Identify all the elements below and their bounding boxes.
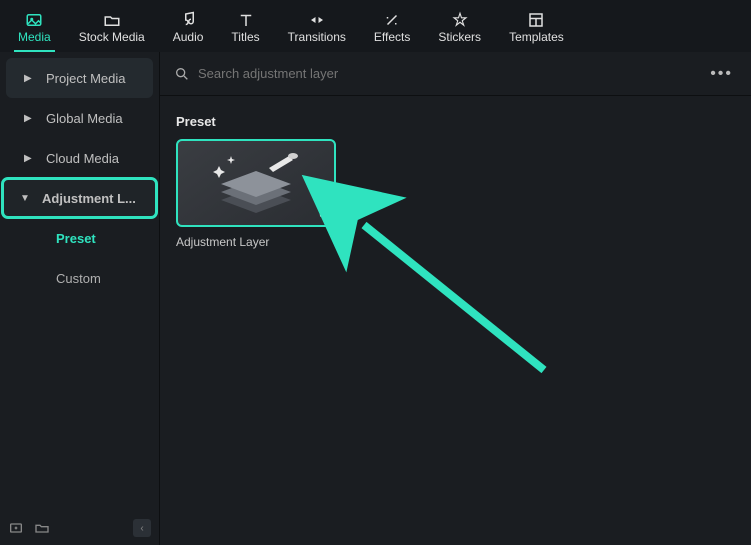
- sidebar-footer: ‹: [8, 519, 151, 537]
- adjustment-layer-icon: [201, 148, 311, 218]
- magic-wand-icon: [383, 10, 401, 30]
- tab-stock-media[interactable]: Stock Media: [65, 0, 159, 52]
- text-icon: [237, 10, 255, 30]
- sidebar: ▶ Project Media ▶ Global Media ▶ Cloud M…: [0, 52, 160, 545]
- chevron-right-icon: ▶: [24, 73, 38, 84]
- section-title: Preset: [168, 96, 751, 139]
- search-icon: [174, 66, 190, 82]
- sidebar-item-label: Cloud Media: [46, 151, 119, 166]
- templates-icon: [527, 10, 545, 30]
- tab-label: Transitions: [288, 30, 346, 44]
- tab-templates[interactable]: Templates: [495, 0, 578, 52]
- sidebar-subitem-label: Preset: [56, 231, 96, 246]
- content-panel: ••• Preset ✓ Adjustment Layer: [160, 52, 751, 545]
- chevron-right-icon: ▶: [24, 153, 38, 164]
- chevron-left-icon: ‹: [140, 523, 143, 534]
- chevron-right-icon: ▶: [24, 113, 38, 124]
- tab-stickers[interactable]: Stickers: [424, 0, 495, 52]
- tab-audio[interactable]: Audio: [159, 0, 218, 52]
- preset-label: Adjustment Layer: [176, 235, 336, 249]
- tab-label: Audio: [173, 30, 204, 44]
- tab-label: Stock Media: [79, 30, 145, 44]
- sidebar-item-cloud-media[interactable]: ▶ Cloud Media: [6, 138, 153, 178]
- search-bar: •••: [160, 52, 751, 96]
- tab-transitions[interactable]: Transitions: [274, 0, 360, 52]
- sidebar-subitem-label: Custom: [56, 271, 101, 286]
- more-options-button[interactable]: •••: [706, 61, 737, 87]
- add-folder-icon[interactable]: [8, 520, 24, 536]
- sidebar-item-label: Project Media: [46, 71, 125, 86]
- preset-thumbnail[interactable]: ✓: [176, 139, 336, 227]
- transitions-icon: [308, 10, 326, 30]
- search-input[interactable]: [198, 66, 706, 81]
- music-note-icon: [179, 10, 197, 30]
- sidebar-subitem-custom[interactable]: Custom: [0, 258, 159, 298]
- tab-media[interactable]: Media: [4, 0, 65, 52]
- tab-label: Stickers: [438, 30, 481, 44]
- sidebar-item-adjustment-layer[interactable]: ▼ Adjustment L...: [2, 178, 157, 218]
- preset-item[interactable]: ✓ Adjustment Layer: [176, 139, 336, 249]
- sidebar-item-label: Adjustment L...: [42, 191, 136, 206]
- tab-titles[interactable]: Titles: [217, 0, 273, 52]
- chevron-down-icon: ▼: [20, 193, 34, 204]
- sidebar-item-global-media[interactable]: ▶ Global Media: [6, 98, 153, 138]
- check-icon: ✓: [318, 207, 328, 221]
- stickers-icon: [451, 10, 469, 30]
- tab-label: Effects: [374, 30, 410, 44]
- sidebar-item-project-media[interactable]: ▶ Project Media: [6, 58, 153, 98]
- sidebar-item-label: Global Media: [46, 111, 123, 126]
- tab-label: Templates: [509, 30, 564, 44]
- collapse-sidebar-button[interactable]: ‹: [133, 519, 151, 537]
- tab-label: Media: [18, 30, 51, 44]
- tab-effects[interactable]: Effects: [360, 0, 424, 52]
- top-tabs: Media Stock Media Audio Titles Transitio…: [0, 0, 751, 52]
- folder-icon[interactable]: [34, 520, 50, 536]
- sidebar-subitem-preset[interactable]: Preset: [0, 218, 159, 258]
- cloud-folder-icon: [103, 10, 121, 30]
- tab-label: Titles: [231, 30, 259, 44]
- media-icon: [25, 10, 43, 30]
